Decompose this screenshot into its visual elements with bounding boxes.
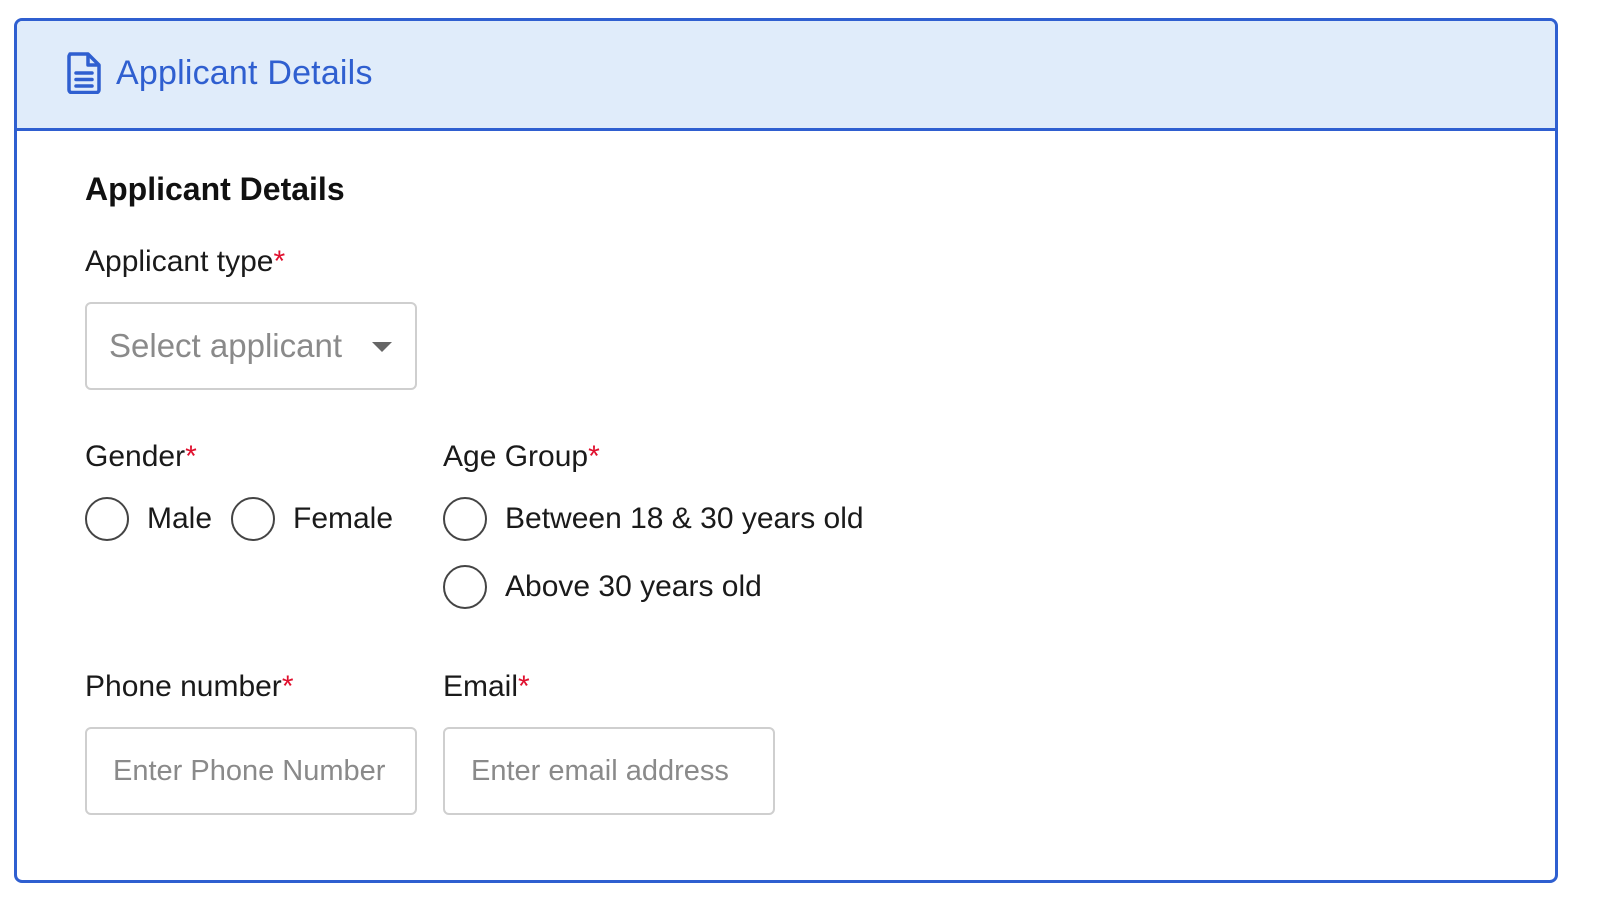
radio-label: Above 30 years old bbox=[505, 570, 762, 603]
age-group-option-above-30[interactable]: Above 30 years old bbox=[443, 565, 762, 609]
gender-option-female[interactable]: Female bbox=[231, 497, 393, 541]
radio-label: Between 18 & 30 years old bbox=[505, 502, 864, 535]
applicant-type-select-placeholder: Select applicant bbox=[109, 327, 342, 364]
required-asterisk: * bbox=[273, 245, 286, 278]
radio-button[interactable] bbox=[231, 497, 275, 541]
phone-number-input[interactable] bbox=[87, 729, 415, 813]
phone-number-field[interactable] bbox=[85, 727, 417, 815]
applicant-type-label-text: Applicant type bbox=[85, 245, 274, 278]
section-title: Applicant Details bbox=[85, 171, 345, 207]
age-group-label-text: Age Group bbox=[443, 440, 589, 473]
card-header: Applicant Details bbox=[17, 21, 1555, 131]
document-icon bbox=[66, 52, 102, 95]
phone-number-label: Phone number* bbox=[85, 668, 294, 706]
radio-button[interactable] bbox=[443, 497, 487, 541]
gender-label: Gender* bbox=[85, 438, 197, 476]
radio-label: Male bbox=[147, 502, 213, 535]
caret-down-icon bbox=[372, 342, 392, 352]
gender-option-male[interactable]: Male bbox=[85, 497, 212, 541]
email-label-text: Email bbox=[443, 670, 519, 703]
card-header-title: Applicant Details bbox=[116, 54, 373, 92]
phone-number-label-text: Phone number bbox=[85, 670, 282, 703]
radio-button[interactable] bbox=[443, 565, 487, 609]
applicant-details-card: Applicant Details Applicant Details Appl… bbox=[14, 18, 1558, 883]
radio-button[interactable] bbox=[85, 497, 129, 541]
required-asterisk: * bbox=[588, 440, 600, 473]
required-asterisk: * bbox=[518, 670, 530, 703]
email-field[interactable] bbox=[443, 727, 775, 815]
gender-label-text: Gender bbox=[85, 440, 186, 473]
applicant-type-select[interactable]: Select applicant bbox=[85, 302, 417, 390]
required-asterisk: * bbox=[185, 440, 197, 473]
radio-label: Female bbox=[293, 502, 394, 535]
email-input[interactable] bbox=[445, 729, 773, 813]
email-label: Email* bbox=[443, 668, 530, 706]
applicant-type-label: Applicant type* bbox=[85, 243, 285, 281]
age-group-label: Age Group* bbox=[443, 438, 600, 476]
required-asterisk: * bbox=[281, 670, 294, 703]
age-group-option-18-30[interactable]: Between 18 & 30 years old bbox=[443, 497, 864, 541]
